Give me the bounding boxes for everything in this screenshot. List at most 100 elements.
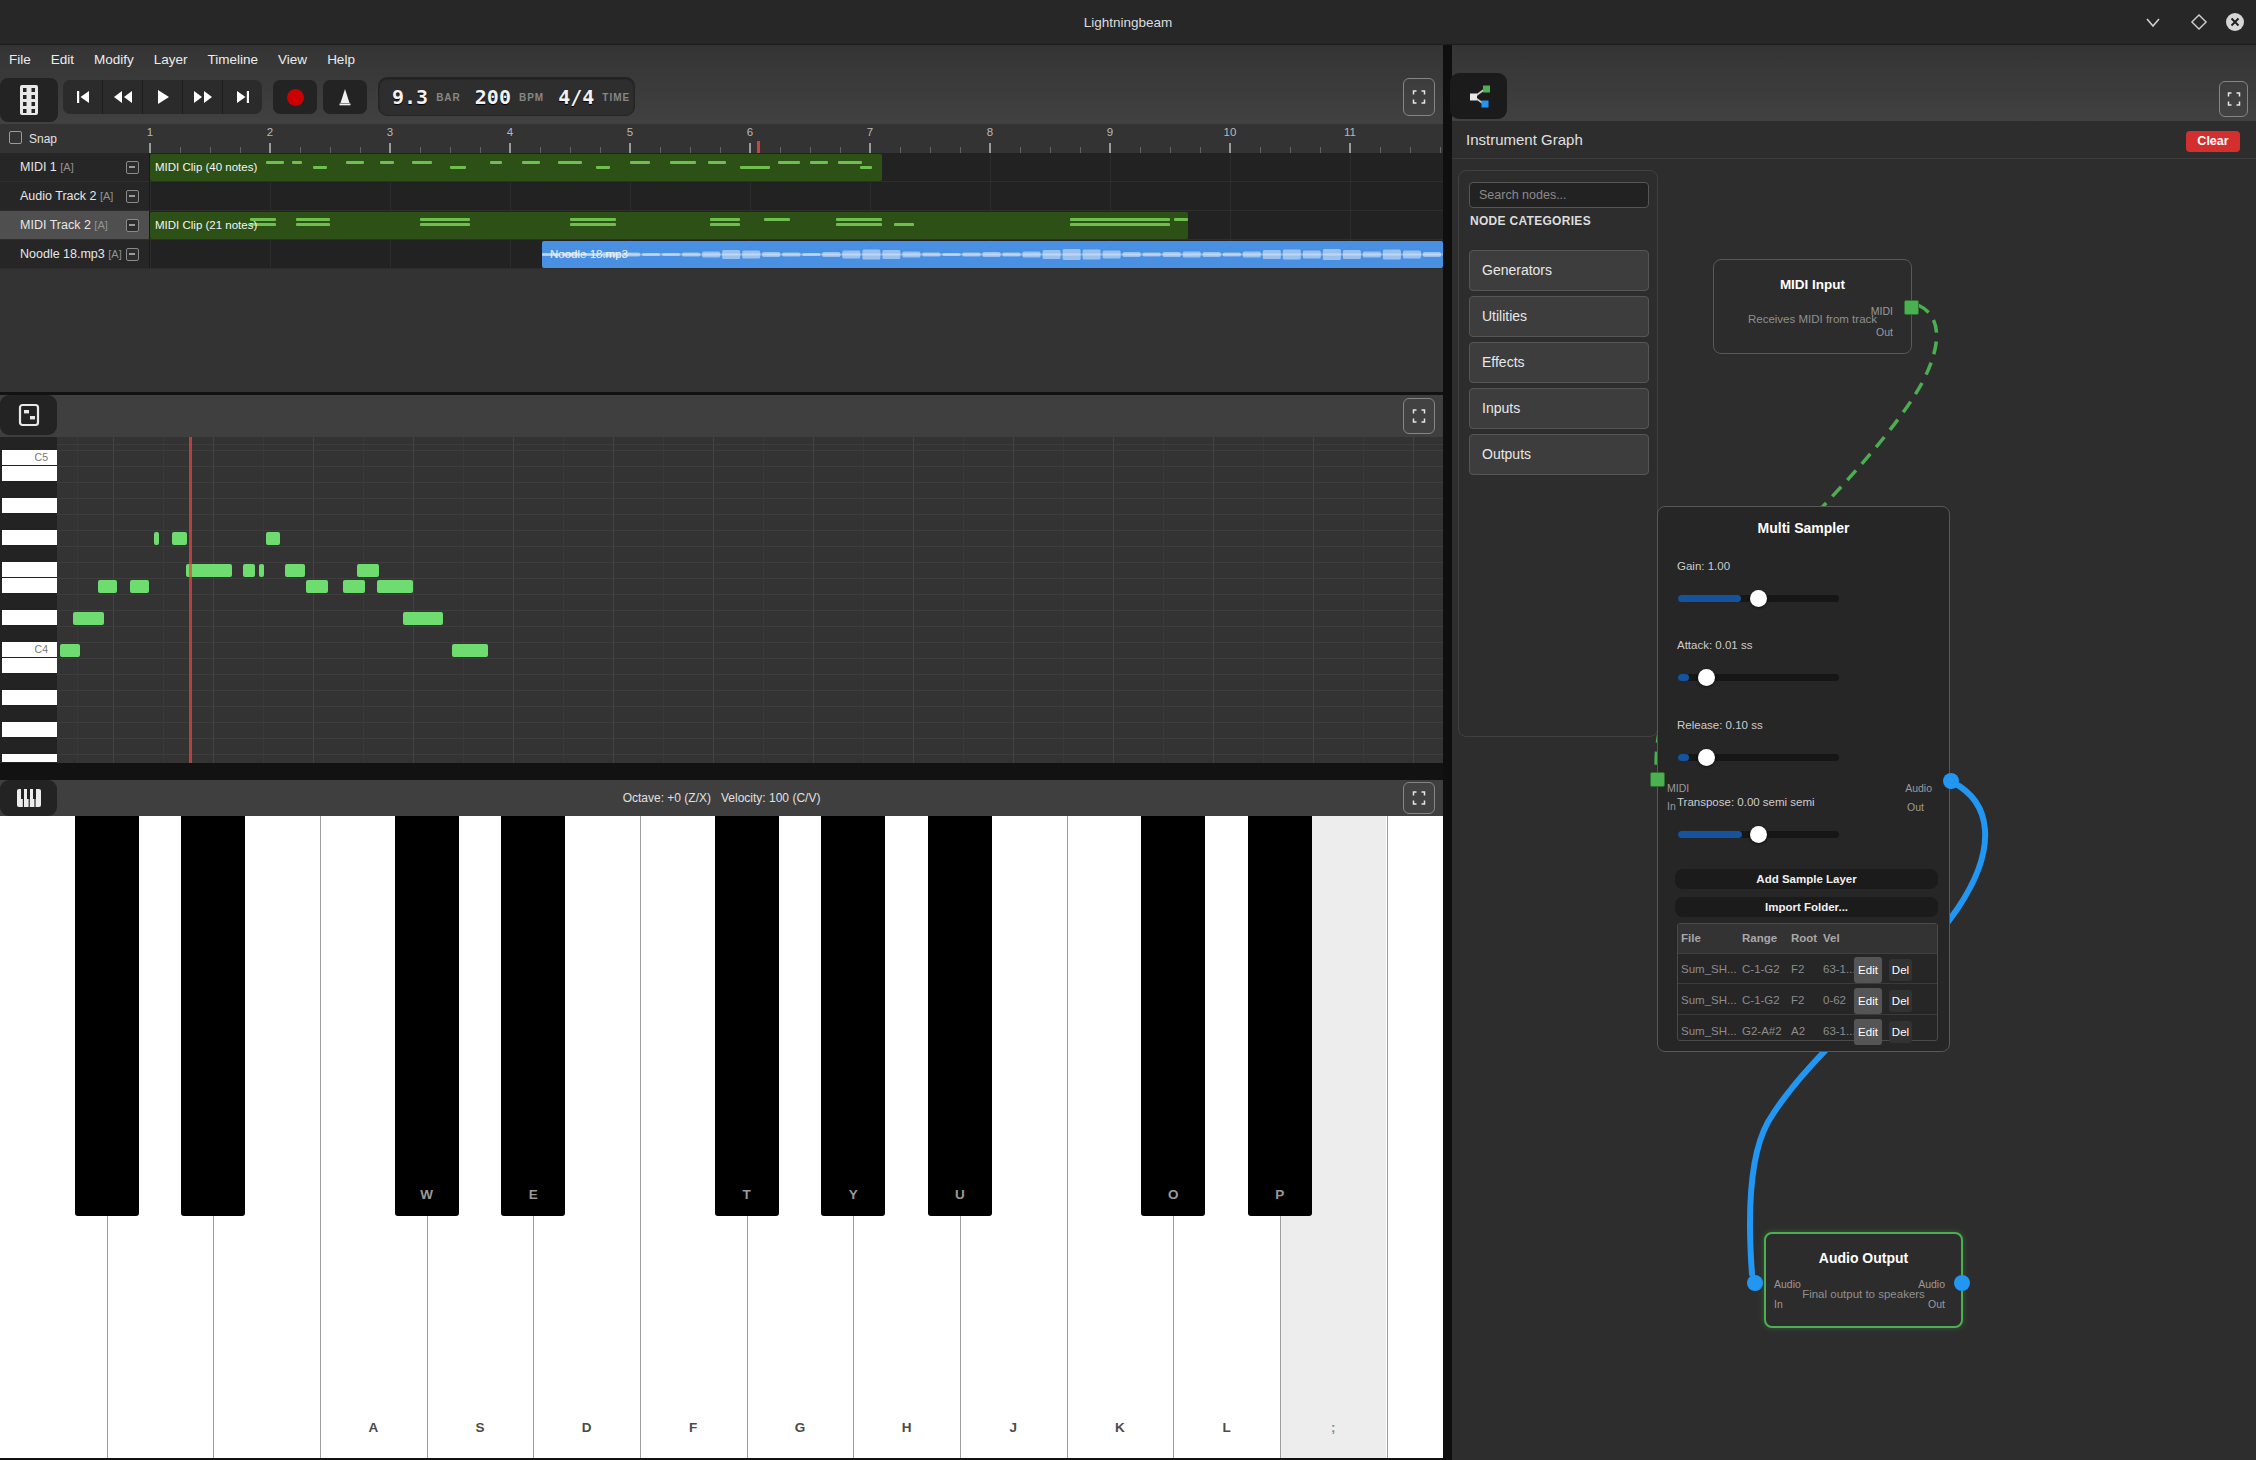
clear-button[interactable]: Clear: [2186, 131, 2240, 152]
slider-knob[interactable]: [1750, 826, 1767, 843]
position-value[interactable]: 9.3: [392, 85, 428, 109]
category-inputs[interactable]: Inputs: [1469, 388, 1649, 429]
skip-end-button[interactable]: [223, 80, 262, 114]
pianoroll-key-white[interactable]: [2, 722, 57, 737]
audio-output-out-port[interactable]: [1954, 1275, 1970, 1291]
pianoroll-note[interactable]: [403, 612, 443, 625]
track-lane[interactable]: MIDI Clip (21 notes): [150, 211, 1443, 240]
category-utilities[interactable]: Utilities: [1469, 296, 1649, 337]
pianoroll-note[interactable]: [357, 564, 379, 577]
menu-file[interactable]: File: [8, 45, 32, 75]
midi-input-out-port[interactable]: [1904, 300, 1919, 315]
pianoroll-note[interactable]: [172, 532, 187, 545]
param-slider-3[interactable]: [1678, 831, 1839, 838]
pianoroll-key-white[interactable]: [2, 498, 57, 513]
category-outputs[interactable]: Outputs: [1469, 434, 1649, 475]
track-header-midi-1[interactable]: MIDI 1 [A]: [0, 153, 150, 182]
graph-canvas[interactable]: NODE CATEGORIES GeneratorsUtilitiesEffec…: [1452, 159, 2256, 1460]
rewind-button[interactable]: [103, 80, 143, 114]
record-button[interactable]: [273, 80, 317, 114]
black-key-E[interactable]: E: [501, 816, 565, 1216]
pianoroll-note[interactable]: [98, 580, 117, 593]
search-input[interactable]: [1469, 182, 1649, 208]
track-header-audio-track-2[interactable]: Audio Track 2 [A]: [0, 182, 150, 211]
track-lane[interactable]: Noodle 18.mp3: [150, 240, 1443, 269]
pianoroll-note[interactable]: [243, 564, 255, 577]
category-effects[interactable]: Effects: [1469, 342, 1649, 383]
node-midi-input[interactable]: MIDI Input Receives MIDI from track MIDI…: [1713, 259, 1912, 354]
pianoroll-note[interactable]: [452, 644, 488, 657]
pianoroll-note[interactable]: [266, 532, 280, 545]
node-multi-sampler[interactable]: Multi Sampler MIDI In Audio Out Gain: 1.…: [1657, 506, 1950, 1052]
black-key-T[interactable]: T: [715, 816, 779, 1216]
pianoroll-note[interactable]: [130, 580, 149, 593]
track-checkbox[interactable]: [126, 219, 139, 232]
black-key[interactable]: [75, 816, 139, 1216]
sampler-audio-out-port[interactable]: [1943, 773, 1959, 789]
window-minimize-button[interactable]: [2142, 11, 2164, 33]
pianoroll-note[interactable]: [73, 612, 104, 625]
timeline-ruler[interactable]: Snap 1234567891011: [0, 124, 1443, 153]
graph-expand-button[interactable]: [2219, 81, 2248, 117]
pianoroll-grid[interactable]: [57, 437, 1443, 763]
audio-output-in-port[interactable]: [1747, 1275, 1763, 1291]
pianoroll-key-white[interactable]: [2, 578, 57, 593]
edit-button[interactable]: Edit: [1854, 988, 1882, 1014]
param-slider-1[interactable]: [1678, 674, 1839, 681]
param-slider-0[interactable]: [1678, 595, 1839, 602]
import-folder-button[interactable]: Import Folder...: [1675, 897, 1938, 917]
track-checkbox[interactable]: [126, 161, 139, 174]
del-button[interactable]: Del: [1889, 1021, 1912, 1043]
window-maximize-button[interactable]: [2188, 11, 2210, 33]
param-slider-2[interactable]: [1678, 754, 1839, 761]
pianoroll-key-white[interactable]: [2, 658, 57, 673]
skip-start-button[interactable]: [63, 80, 103, 114]
pianoroll-note[interactable]: [306, 580, 328, 593]
pianoroll-key-white[interactable]: [2, 754, 57, 762]
pianoroll-note[interactable]: [377, 580, 413, 593]
pianoroll-note[interactable]: [186, 564, 232, 577]
category-generators[interactable]: Generators: [1469, 250, 1649, 291]
black-key-Y[interactable]: Y: [821, 816, 885, 1216]
menu-timeline[interactable]: Timeline: [207, 45, 260, 75]
pianoroll-key-white[interactable]: C4: [2, 642, 57, 657]
menu-view[interactable]: View: [277, 45, 308, 75]
track-checkbox[interactable]: [126, 248, 139, 261]
pianoroll-key-white[interactable]: C5: [2, 450, 57, 465]
play-button[interactable]: [143, 80, 183, 114]
black-key-U[interactable]: U: [928, 816, 992, 1216]
slider-knob[interactable]: [1698, 669, 1715, 686]
pianoroll-icon-button[interactable]: [0, 395, 57, 435]
signature-value[interactable]: 4/4: [558, 85, 594, 109]
slider-knob[interactable]: [1698, 749, 1715, 766]
pianoroll-key-white[interactable]: [2, 562, 57, 577]
timeline-mode-button[interactable]: [0, 78, 58, 122]
ruler-playhead[interactable]: [757, 141, 760, 153]
black-key-O[interactable]: O: [1141, 816, 1205, 1216]
black-key[interactable]: [181, 816, 245, 1216]
menu-help[interactable]: Help: [326, 45, 356, 75]
midi-clip[interactable]: MIDI Clip (40 notes): [150, 154, 882, 181]
tempo-value[interactable]: 200: [475, 85, 511, 109]
edit-button[interactable]: Edit: [1854, 957, 1882, 983]
white-key[interactable]: [1387, 816, 1444, 1458]
snap-checkbox[interactable]: [9, 131, 22, 144]
track-lane[interactable]: [150, 182, 1443, 211]
pianoroll-expand-button[interactable]: [1403, 398, 1435, 434]
pianoroll-key-white[interactable]: [2, 690, 57, 705]
pianoroll-playhead[interactable]: [189, 437, 192, 763]
sampler-midi-in-port[interactable]: [1650, 772, 1665, 787]
pianoroll-key-white[interactable]: [2, 610, 57, 625]
edit-button[interactable]: Edit: [1854, 1019, 1882, 1045]
pianoroll-key-white[interactable]: [2, 530, 57, 545]
del-button[interactable]: Del: [1889, 990, 1912, 1012]
black-key-W[interactable]: W: [395, 816, 459, 1216]
track-header-noodle-18-mp3[interactable]: Noodle 18.mp3 [A]: [0, 240, 150, 269]
panel-divider[interactable]: [1443, 45, 1452, 1460]
del-button[interactable]: Del: [1889, 959, 1912, 981]
timeline-expand-button[interactable]: [1403, 78, 1435, 116]
menu-layer[interactable]: Layer: [153, 45, 189, 75]
slider-knob[interactable]: [1750, 590, 1767, 607]
pianoroll-note[interactable]: [343, 580, 365, 593]
midi-clip[interactable]: MIDI Clip (21 notes): [150, 212, 1188, 239]
